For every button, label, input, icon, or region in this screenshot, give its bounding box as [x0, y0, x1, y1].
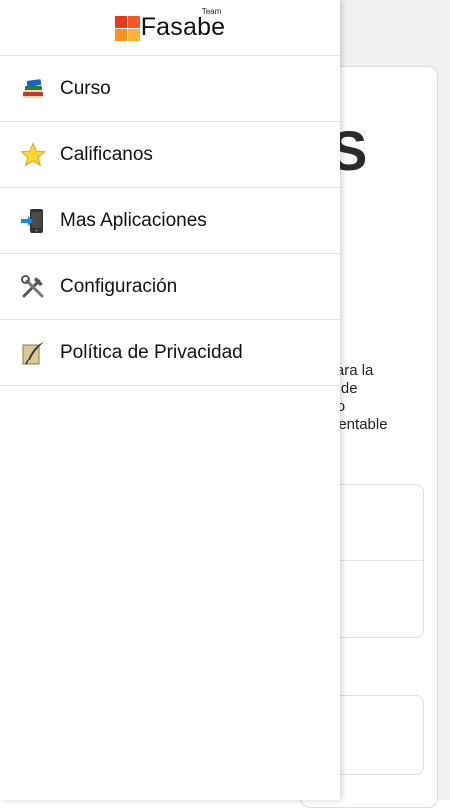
- menu-item-calificanos[interactable]: Calificanos: [0, 122, 340, 188]
- logo-text: Fasabe: [140, 13, 226, 41]
- drawer-menu: Curso Calificanos Mas Aplicaciones Confi…: [0, 56, 340, 386]
- menu-item-label: Política de Privacidad: [60, 341, 243, 363]
- menu-item-politica-privacidad[interactable]: Política de Privacidad: [0, 320, 340, 386]
- menu-item-label: Curso: [60, 77, 111, 99]
- mobile-arrow-icon: [19, 207, 47, 235]
- books-icon: [19, 75, 47, 103]
- drawer-header: Fasabe Team: [0, 0, 340, 56]
- fasabe-logo: Fasabe Team: [114, 7, 226, 42]
- menu-item-label: Calificanos: [60, 143, 153, 165]
- star-icon: [19, 141, 47, 169]
- tools-icon: [19, 273, 47, 301]
- quill-icon: [19, 339, 47, 367]
- menu-item-label: Configuración: [60, 275, 178, 297]
- logo-subtext: Team: [201, 7, 222, 16]
- navigation-drawer: Fasabe Team Curso Calificanos Mas Aplica…: [0, 0, 340, 800]
- menu-item-mas-aplicaciones[interactable]: Mas Aplicaciones: [0, 188, 340, 254]
- menu-item-configuracion[interactable]: Configuración: [0, 254, 340, 320]
- menu-item-label: Mas Aplicaciones: [60, 209, 207, 231]
- logo-squares-icon: [114, 15, 140, 41]
- menu-item-curso[interactable]: Curso: [0, 56, 340, 122]
